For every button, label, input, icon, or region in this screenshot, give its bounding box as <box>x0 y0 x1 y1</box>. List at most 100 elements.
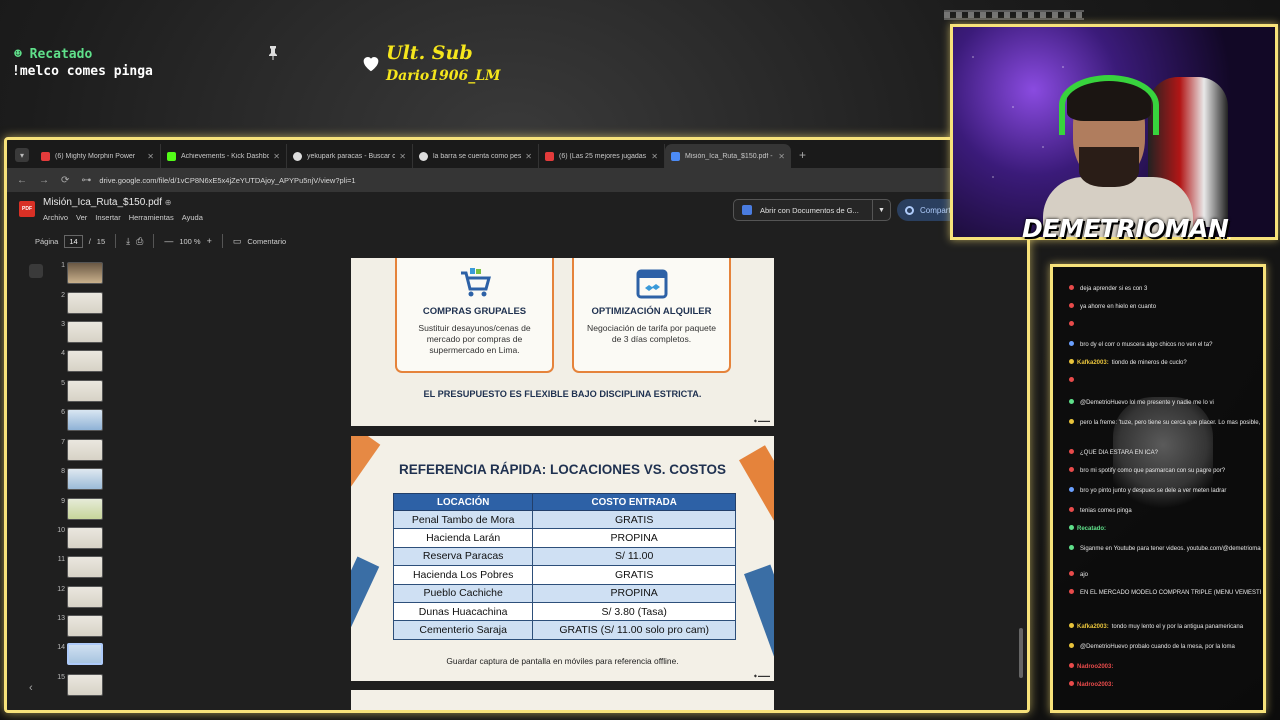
streamer-beard <box>1079 147 1139 187</box>
page-thumbnail-selected[interactable] <box>67 643 103 665</box>
page-thumbnail[interactable] <box>67 380 103 402</box>
card-body: Negociación de tarifa por paquete de 3 d… <box>587 323 716 344</box>
cost-cell: GRATIS <box>532 565 736 585</box>
browser-tab-3[interactable]: yekupark paracas - Buscar con ✕ <box>287 144 413 168</box>
page-thumbnail[interactable] <box>67 527 103 549</box>
browser-tab-1[interactable]: (6) Mighty Morphin Power ✕ <box>35 144 161 168</box>
thumbnail-number: 15 <box>57 674 65 681</box>
browser-tab-4[interactable]: la barra se cuenta como peso ✕ <box>413 144 539 168</box>
zoom-level[interactable]: 100 % <box>179 237 200 246</box>
chat-username[interactable]: Nadroo2003: <box>1077 682 1113 688</box>
reload-icon[interactable]: ⟳ <box>61 175 69 186</box>
thumbnail-toggle-icon[interactable] <box>29 264 43 278</box>
comment-icon[interactable]: ▭ <box>233 236 242 247</box>
page-thumbnail[interactable] <box>67 262 103 284</box>
zoom-in-button[interactable]: + <box>207 236 212 246</box>
page-thumbnail[interactable] <box>67 439 103 461</box>
chat-message: Recatado: <box>1069 525 1261 533</box>
chat-username[interactable]: Kafka2003: <box>1077 360 1109 366</box>
menu-ayuda[interactable]: Ayuda <box>182 213 203 222</box>
pdf-page-13: COMPRAS GRUPALES Sustituir desayunos/cen… <box>351 258 774 426</box>
scrollbar[interactable] <box>1019 628 1023 678</box>
chat-message: deja aprender si es con 3 <box>1069 285 1261 293</box>
table-row: Dunas Huacachina S/ 3.80 (Tasa) <box>392 601 736 622</box>
close-icon[interactable]: ✕ <box>525 152 532 161</box>
zoom-out-button[interactable]: — <box>164 236 173 246</box>
comment-button[interactable]: Comentario <box>247 237 286 246</box>
document-menu: Archivo Ver Insertar Herramientas Ayuda <box>43 213 203 222</box>
card-title: OPTIMIZACIÓN ALQUILER <box>591 306 712 317</box>
chat-message: Siganme en Youtube para tener videos. yo… <box>1069 545 1261 553</box>
new-tab-button[interactable]: + <box>799 148 806 162</box>
site-info-icon[interactable]: ⊶ <box>81 175 91 186</box>
webcam-feed <box>950 24 1278 240</box>
menu-herramientas[interactable]: Herramientas <box>129 213 174 222</box>
open-with-button[interactable]: Abrir con Documentos de G... ▼ <box>733 199 891 221</box>
back-arrow-icon[interactable]: ← <box>17 175 27 186</box>
browser-tab-5[interactable]: (6) (Las 25 mejores jugadas de ✕ <box>539 144 665 168</box>
thumbnail-number: 5 <box>61 380 65 387</box>
chat-message: @DemetrioHuevo lol me presente y nadie m… <box>1069 399 1261 407</box>
menu-archivo[interactable]: Archivo <box>43 213 68 222</box>
forward-arrow-icon[interactable]: → <box>39 175 49 186</box>
address-bar: ← → ⟳ ⊶ drive.google.com/file/d/1vCP8N6x… <box>7 168 1027 192</box>
page-number-input[interactable]: 14 <box>64 234 83 248</box>
toolbar-divider <box>115 234 117 248</box>
menu-ver[interactable]: Ver <box>76 213 87 222</box>
table-row: Pueblo Cachiche PROPINA <box>392 583 736 603</box>
chat-badge-icon <box>1069 359 1074 364</box>
browser-tab-2[interactable]: Achievements - Kick Dashboard ✕ <box>161 144 287 168</box>
page-thumbnail[interactable] <box>67 350 103 372</box>
notebooklm-logo-icon: ◆ ▬▬▬ <box>753 673 770 678</box>
tab-bar: ▾ (6) Mighty Morphin Power ✕ Achievements… <box>7 140 1027 168</box>
chat-username[interactable]: Kafka2003: <box>1077 624 1109 630</box>
drive-favicon-icon <box>671 151 680 161</box>
youtube-favicon-icon <box>41 151 50 161</box>
page-thumbnail[interactable] <box>67 321 103 343</box>
browser-tab-6-active[interactable]: Misión_Ica_Ruta_$150.pdf - Go ✕ <box>665 144 791 168</box>
tab-search-icon[interactable]: ▾ <box>15 148 29 162</box>
chat-text: EN EL MERCADO MODELO COMPRAN TRIPLE (MEN… <box>1080 590 1261 596</box>
ultimate-sub-title: Ult. Sub <box>386 42 473 64</box>
column-header: LOCACIÓN <box>392 493 534 511</box>
location-cell: Dunas Huacachina <box>392 601 534 622</box>
print-icon[interactable]: ⎙ <box>136 236 143 247</box>
page-thumbnail[interactable] <box>67 468 103 490</box>
collapse-thumbnails-icon[interactable]: ‹ <box>29 682 33 694</box>
page-separator: / <box>88 236 91 246</box>
download-icon[interactable]: ⤓ <box>126 236 130 247</box>
chat-username[interactable]: Nadroo2003: <box>1077 664 1113 670</box>
open-with-dropdown-icon[interactable]: ▼ <box>872 200 890 220</box>
page-thumbnail[interactable] <box>67 615 103 637</box>
thumbnail-number: 14 <box>57 644 65 651</box>
page-thumbnail[interactable] <box>67 674 103 696</box>
close-icon[interactable]: ✕ <box>147 152 154 161</box>
thumbnail-number: 2 <box>61 292 65 299</box>
thumbnail-number: 6 <box>61 409 65 416</box>
browser-window: ▾ (6) Mighty Morphin Power ✕ Achievements… <box>4 137 1030 713</box>
group-purchase-card: COMPRAS GRUPALES Sustituir desayunos/cen… <box>395 258 554 373</box>
page-thumbnail[interactable] <box>67 556 103 578</box>
chat-badge-icon <box>1069 449 1074 454</box>
url-field[interactable]: drive.google.com/file/d/1vCP8N6xE5x4jZeY… <box>99 176 355 185</box>
close-icon[interactable]: ✕ <box>273 152 280 161</box>
page-thumbnail[interactable] <box>67 292 103 314</box>
column-header: COSTO ENTRADA <box>532 493 736 511</box>
page-thumbnail[interactable] <box>67 498 103 520</box>
page-total: 15 <box>96 236 106 246</box>
close-icon[interactable]: ✕ <box>651 152 658 161</box>
document-title[interactable]: Misión_Ica_Ruta_$150.pdf ⊕ <box>43 197 171 208</box>
chat-username[interactable]: Recatado: <box>1077 526 1106 532</box>
chat-text: Siganme en Youtube para tener videos. yo… <box>1080 546 1261 552</box>
location-cell: Pueblo Cachiche <box>392 583 534 603</box>
cost-cell: S/ 11.00 <box>532 546 736 567</box>
menu-insertar[interactable]: Insertar <box>95 213 120 222</box>
streamer-name-suffix: ... <box>1216 226 1234 242</box>
heart-icon <box>363 57 379 72</box>
youtube-favicon-icon <box>545 151 554 161</box>
pdf-toolbar: Página 14 / 15 ⤓ ⎙ — 100 % + ▭ Comentari… <box>27 230 317 252</box>
close-icon[interactable]: ✕ <box>778 152 785 161</box>
close-icon[interactable]: ✕ <box>399 152 406 161</box>
page-thumbnail[interactable] <box>67 409 103 431</box>
page-thumbnail[interactable] <box>67 586 103 608</box>
